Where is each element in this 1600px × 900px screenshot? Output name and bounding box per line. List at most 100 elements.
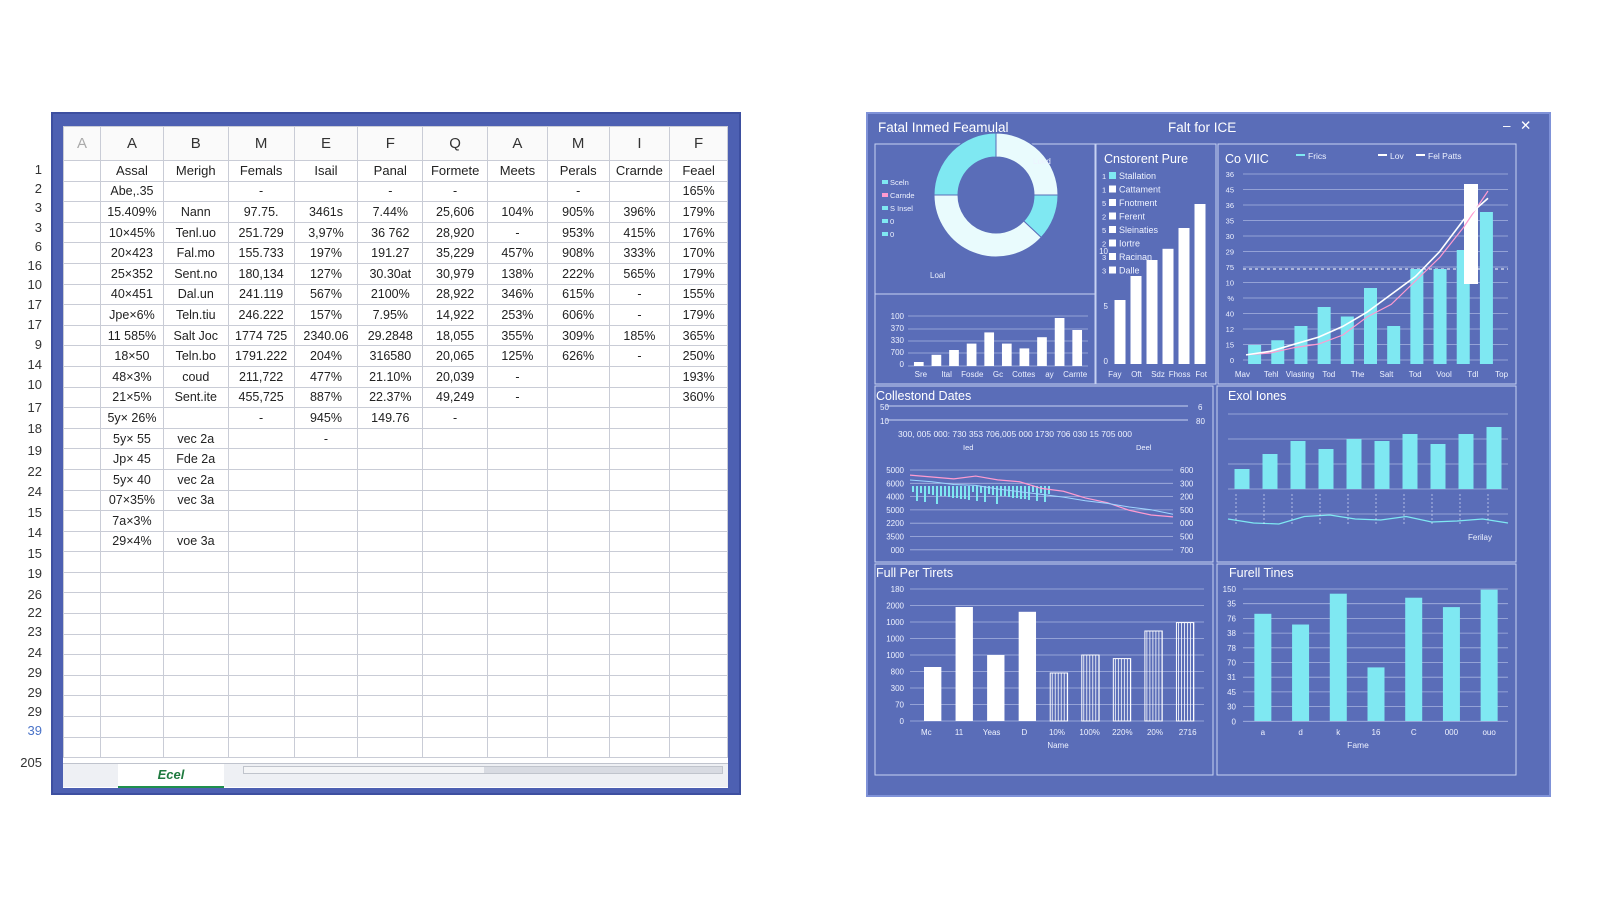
cell[interactable]: 28,920 <box>422 221 489 244</box>
cell[interactable] <box>546 489 610 512</box>
cell[interactable]: 179% <box>669 304 728 326</box>
row-number[interactable]: 24 <box>28 484 42 499</box>
cell[interactable] <box>669 510 728 532</box>
cell[interactable] <box>546 674 610 697</box>
cell[interactable]: 170% <box>669 242 728 264</box>
cell[interactable]: M <box>546 126 610 161</box>
cell[interactable] <box>487 633 548 656</box>
cell[interactable] <box>487 674 548 697</box>
row-number[interactable]: 18 <box>28 421 42 436</box>
row-number[interactable]: 14 <box>28 525 42 540</box>
cell[interactable] <box>63 530 102 553</box>
cell[interactable] <box>162 654 229 676</box>
cell[interactable] <box>357 613 424 635</box>
cell[interactable]: Merigh <box>162 160 229 182</box>
cell[interactable] <box>162 695 229 718</box>
cell[interactable] <box>227 530 295 553</box>
cell[interactable] <box>357 468 424 491</box>
cell[interactable] <box>63 695 102 718</box>
cell[interactable]: 25,606 <box>422 201 489 223</box>
cell[interactable] <box>546 468 610 491</box>
cell[interactable] <box>63 201 102 223</box>
row-number[interactable]: 10 <box>28 377 42 392</box>
cell[interactable]: F <box>669 126 728 161</box>
cell[interactable] <box>227 592 295 615</box>
cell[interactable] <box>608 386 671 409</box>
cell[interactable] <box>608 365 671 388</box>
cell[interactable]: 155% <box>669 283 728 306</box>
cell[interactable]: 204% <box>293 345 359 367</box>
cell[interactable] <box>422 654 489 676</box>
row-number[interactable]: 14 <box>28 357 42 372</box>
cell[interactable]: 11 585% <box>100 324 164 347</box>
cell[interactable] <box>608 510 671 532</box>
cell[interactable]: 316580 <box>357 345 424 367</box>
cell[interactable]: I <box>608 126 671 161</box>
cell[interactable] <box>357 551 424 573</box>
cell[interactable] <box>293 592 359 615</box>
cell[interactable] <box>669 489 728 512</box>
cell[interactable] <box>669 695 728 718</box>
cell[interactable] <box>669 530 728 553</box>
cell[interactable] <box>293 695 359 718</box>
cell[interactable]: - <box>608 283 671 306</box>
cell[interactable] <box>63 551 102 573</box>
cell[interactable]: Teln.tiu <box>162 304 229 326</box>
cell[interactable] <box>669 716 728 738</box>
cell[interactable] <box>63 345 102 367</box>
cell[interactable] <box>100 654 164 676</box>
cell[interactable]: 125% <box>487 345 548 367</box>
cell[interactable] <box>293 633 359 656</box>
cell[interactable]: 193% <box>669 365 728 388</box>
cell[interactable]: 241.119 <box>227 283 295 306</box>
cell[interactable]: 185% <box>608 324 671 347</box>
cell[interactable]: Q <box>422 126 489 161</box>
cell[interactable] <box>608 695 671 718</box>
cell[interactable] <box>63 592 102 615</box>
cell[interactable] <box>63 736 102 759</box>
cell[interactable] <box>608 468 671 491</box>
cell[interactable] <box>487 180 548 203</box>
cell[interactable] <box>487 407 548 429</box>
cell[interactable]: 887% <box>293 386 359 409</box>
cell[interactable] <box>227 736 295 759</box>
cell[interactable] <box>63 262 102 285</box>
cell[interactable] <box>100 716 164 738</box>
cell[interactable] <box>422 468 489 491</box>
cell[interactable] <box>608 530 671 553</box>
cell[interactable] <box>422 448 489 470</box>
cell[interactable] <box>487 468 548 491</box>
cell[interactable]: 415% <box>608 221 671 244</box>
cell[interactable] <box>293 448 359 470</box>
cell[interactable] <box>63 160 102 182</box>
cell[interactable] <box>100 633 164 656</box>
cell[interactable] <box>546 571 610 594</box>
cell[interactable] <box>546 448 610 470</box>
cell[interactable] <box>546 365 610 388</box>
row-number[interactable]: 26 <box>28 587 42 602</box>
row-number[interactable]: 22 <box>28 605 42 620</box>
cell[interactable] <box>608 716 671 738</box>
cell[interactable] <box>487 736 548 759</box>
row-number[interactable]: 2 <box>35 181 42 196</box>
cell[interactable]: 1774 725 <box>227 324 295 347</box>
row-number[interactable]: 3 <box>35 200 42 215</box>
cell[interactable]: Salt Joc <box>162 324 229 347</box>
row-number[interactable]: 9 <box>35 337 42 352</box>
cell[interactable] <box>162 613 229 635</box>
cell[interactable]: 10×45% <box>100 221 164 244</box>
cell[interactable]: Panal <box>357 160 424 182</box>
cell[interactable]: 567% <box>293 283 359 306</box>
cell[interactable] <box>63 448 102 470</box>
cell[interactable] <box>357 427 424 450</box>
cell[interactable]: 149.76 <box>357 407 424 429</box>
cell[interactable]: 309% <box>546 324 610 347</box>
row-number[interactable]: 17 <box>28 297 42 312</box>
cell[interactable]: B <box>162 126 229 161</box>
row-number[interactable]: 17 <box>28 317 42 332</box>
cell[interactable] <box>227 613 295 635</box>
cell[interactable] <box>546 654 610 676</box>
cell[interactable]: 180,134 <box>227 262 295 285</box>
cell[interactable]: 457% <box>487 242 548 264</box>
cell[interactable]: - <box>422 180 489 203</box>
